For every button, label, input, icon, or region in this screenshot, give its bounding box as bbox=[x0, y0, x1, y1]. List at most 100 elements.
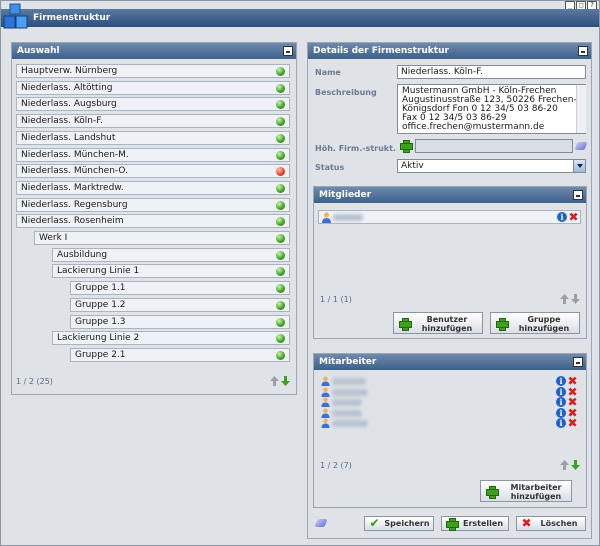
description-scrollbar[interactable] bbox=[576, 85, 586, 133]
page-down-icon[interactable] bbox=[571, 294, 580, 304]
create-button[interactable]: Erstellen bbox=[441, 516, 509, 531]
tree-item[interactable]: Lackierung Linie 2 bbox=[52, 331, 290, 346]
member-name-redacted bbox=[333, 214, 363, 221]
chevron-down-icon[interactable] bbox=[573, 160, 585, 172]
status-dot-icon bbox=[276, 133, 285, 143]
employee-row[interactable]: i ✖ bbox=[318, 375, 581, 387]
delete-icon: ✖ bbox=[521, 516, 532, 530]
reset-icon[interactable] bbox=[314, 519, 328, 527]
add-icon bbox=[496, 318, 509, 331]
employee-row[interactable]: i ✖ bbox=[318, 386, 581, 398]
page-up-icon[interactable] bbox=[560, 294, 569, 304]
add-user-label: Benutzer hinzufügen bbox=[421, 315, 473, 333]
save-button[interactable]: ✔ Speichern bbox=[364, 516, 434, 531]
user-icon bbox=[321, 407, 330, 418]
clear-parent-icon[interactable] bbox=[574, 142, 588, 150]
check-icon: ✔ bbox=[369, 516, 380, 530]
details-panel-header: Details der Firmenstruktur bbox=[308, 43, 591, 59]
info-icon[interactable]: i bbox=[556, 418, 566, 428]
collapse-icon[interactable] bbox=[578, 46, 588, 56]
add-user-button[interactable]: Benutzer hinzufügen bbox=[393, 312, 483, 334]
description-textarea[interactable]: Mustermann GmbH - Köln-Frechen Augustinu… bbox=[397, 84, 586, 134]
collapse-icon[interactable] bbox=[573, 357, 583, 367]
employee-name-redacted bbox=[332, 399, 362, 406]
tree-item[interactable]: Hauptverw. Nürnberg bbox=[16, 64, 290, 78]
info-icon[interactable]: i bbox=[556, 376, 566, 386]
window-title: Firmenstruktur bbox=[1, 9, 599, 27]
details-panel: Details der Firmenstruktur Name Niederla… bbox=[307, 42, 592, 539]
page-down-icon[interactable] bbox=[281, 376, 290, 386]
status-select-value: Aktiv bbox=[401, 161, 424, 171]
info-icon[interactable]: i bbox=[557, 212, 567, 222]
tree-item[interactable]: Niederlass. München-M. bbox=[16, 147, 290, 162]
info-icon[interactable]: i bbox=[556, 397, 566, 407]
page-down-icon[interactable] bbox=[571, 460, 580, 470]
parent-structure-field bbox=[415, 139, 573, 153]
employee-row[interactable]: i ✖ bbox=[318, 417, 581, 429]
create-label: Erstellen bbox=[462, 519, 504, 528]
tree-item[interactable]: Niederlass. Landshut bbox=[16, 130, 290, 145]
members-pager: 1 / 1 (1) bbox=[320, 295, 352, 304]
members-panel-title: Mitglieder bbox=[319, 190, 372, 200]
page-up-icon[interactable] bbox=[270, 376, 279, 386]
employees-paging-arrows bbox=[560, 460, 580, 470]
description-label: Beschreibung bbox=[315, 88, 377, 97]
status-dot-icon bbox=[276, 100, 285, 110]
status-dot-icon bbox=[276, 334, 285, 344]
status-dot-icon bbox=[276, 317, 285, 327]
tree-item-label: Gruppe 2.1 bbox=[75, 349, 126, 360]
parent-structure-label: Höh. Firm.-strukt. bbox=[315, 144, 396, 153]
status-dot-icon bbox=[276, 284, 285, 294]
user-icon bbox=[321, 376, 330, 386]
tree-item[interactable]: Niederlass. München-O. bbox=[16, 164, 290, 179]
name-input[interactable]: Niederlass. Köln-F. bbox=[397, 65, 586, 79]
employee-name-redacted bbox=[332, 378, 366, 385]
tree-item[interactable]: Gruppe 1.3 bbox=[70, 314, 290, 329]
employee-name-redacted bbox=[332, 388, 368, 396]
tree-item-label: Werk I bbox=[39, 233, 68, 243]
status-dot-icon bbox=[276, 83, 285, 93]
remove-icon[interactable]: ✖ bbox=[567, 417, 578, 429]
tree-item[interactable]: Niederlass. Regensburg bbox=[16, 197, 290, 212]
tree-item-label: Gruppe 1.2 bbox=[75, 299, 126, 310]
tree-item[interactable]: Niederlass. Altötting bbox=[16, 80, 290, 95]
member-row[interactable]: i ✖ bbox=[318, 210, 581, 224]
tree-item[interactable]: Niederlass. Marktredw. bbox=[16, 180, 290, 195]
collapse-icon[interactable] bbox=[283, 46, 293, 56]
tree-item-label: Niederlass. Augsburg bbox=[21, 99, 117, 110]
user-icon bbox=[322, 212, 331, 223]
tree-item[interactable]: Gruppe 1.2 bbox=[70, 297, 290, 312]
status-dot-icon bbox=[276, 234, 285, 243]
tree-item-label: Niederlass. Marktredw. bbox=[21, 182, 124, 193]
page-up-icon[interactable] bbox=[560, 460, 569, 470]
tree-item-label: Niederlass. Landshut bbox=[21, 132, 116, 143]
delete-button[interactable]: ✖ Löschen bbox=[516, 516, 586, 531]
selection-pager: 1 / 2 (25) bbox=[16, 377, 53, 386]
tree-item[interactable]: Gruppe 1.1 bbox=[70, 281, 290, 296]
info-icon[interactable]: i bbox=[556, 386, 566, 397]
employee-name-redacted bbox=[332, 409, 362, 417]
status-dot-icon bbox=[276, 350, 285, 360]
info-icon[interactable]: i bbox=[556, 407, 566, 418]
tree-item[interactable]: Lackierung Linie 1 bbox=[52, 264, 290, 279]
collapse-icon[interactable] bbox=[573, 190, 583, 200]
remove-icon[interactable]: ✖ bbox=[568, 211, 579, 223]
name-label: Name bbox=[315, 68, 341, 77]
company-structure-icon bbox=[3, 3, 28, 29]
status-select[interactable]: Aktiv bbox=[397, 159, 586, 173]
tree-item[interactable]: Gruppe 2.1 bbox=[70, 347, 290, 362]
tree-item[interactable]: Niederlass. Rosenheim bbox=[16, 214, 290, 229]
tree-item[interactable]: Niederlass. Köln-F. bbox=[16, 114, 290, 129]
tree-item-label: Niederlass. Regensburg bbox=[21, 199, 128, 210]
add-group-button[interactable]: Gruppe hinzufügen bbox=[490, 312, 580, 334]
employee-row[interactable]: i ✖ bbox=[318, 396, 581, 408]
tree-item[interactable]: Niederlass. Augsburg bbox=[16, 97, 290, 112]
tree-item-label: Niederlass. München-O. bbox=[21, 166, 128, 177]
tree-item-label: Niederlass. Rosenheim bbox=[21, 216, 124, 227]
employee-row[interactable]: i ✖ bbox=[318, 407, 581, 419]
add-parent-icon[interactable] bbox=[400, 140, 413, 153]
status-label: Status bbox=[315, 163, 345, 172]
add-employee-button[interactable]: Mitarbeiter hinzufügen bbox=[480, 480, 572, 502]
tree-item[interactable]: Ausbildung bbox=[52, 247, 290, 262]
tree-item[interactable]: Werk I bbox=[34, 231, 290, 245]
